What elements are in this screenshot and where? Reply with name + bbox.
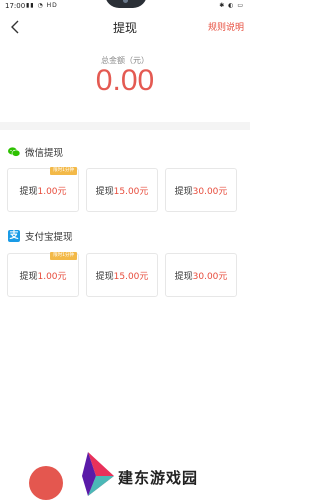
option-prefix: 提现 [174,186,193,197]
option-prefix: 提现 [19,271,38,282]
option-amount: 30.00元 [192,186,228,197]
option-amount: 1.00元 [37,271,67,282]
option-amount: 15.00元 [113,271,149,282]
alipay-section-title: 支付宝提现 [25,232,73,243]
alipay-icon: 支 [8,230,20,242]
rules-link[interactable]: 规则说明 [208,20,244,33]
alipay-option-2[interactable]: 提现 15.00元 [86,253,158,297]
status-time: 17:00 [5,2,26,10]
limited-time-tag: 限时1分钟 [50,252,77,260]
balance-amount: 0.00 [95,64,155,97]
wechat-option-1[interactable]: 限时1分钟 提现 1.00元 [7,167,79,212]
option-amount: 1.00元 [37,186,67,197]
option-prefix: 提现 [19,186,38,197]
floating-red-circle [29,466,63,500]
limited-time-tag: 限时1分钟 [50,167,77,175]
alipay-option-1[interactable]: 限时1分钟 提现 1.00元 [7,252,79,297]
option-amount: 30.00元 [192,271,228,282]
watermark-text: 建东游戏园 [118,469,199,487]
option-prefix: 提现 [95,186,114,197]
option-prefix: 提现 [95,271,114,282]
option-prefix: 提现 [174,271,193,282]
watermark-logo-icon [82,452,114,496]
header: 提现 规则说明 [0,14,250,40]
status-bar: 17:00 ▮▮ ◔ HD ✱ ◐ ▭ [0,0,250,14]
wechat-icon [8,147,20,157]
battery-icons: ✱ ◐ ▭ [219,2,244,9]
alipay-section-header: 支 支付宝提现 [8,229,73,243]
wechat-section-header: 微信提现 [8,145,63,159]
camera-notch [105,0,147,8]
option-amount: 15.00元 [113,186,149,197]
alipay-option-3[interactable]: 提现 30.00元 [165,253,237,297]
wechat-option-3[interactable]: 提现 30.00元 [165,168,237,212]
section-divider [0,122,250,130]
signal-wifi-icons: ▮▮ ◔ HD [26,2,58,9]
wechat-option-2[interactable]: 提现 15.00元 [86,168,158,212]
wechat-section-title: 微信提现 [25,148,64,159]
